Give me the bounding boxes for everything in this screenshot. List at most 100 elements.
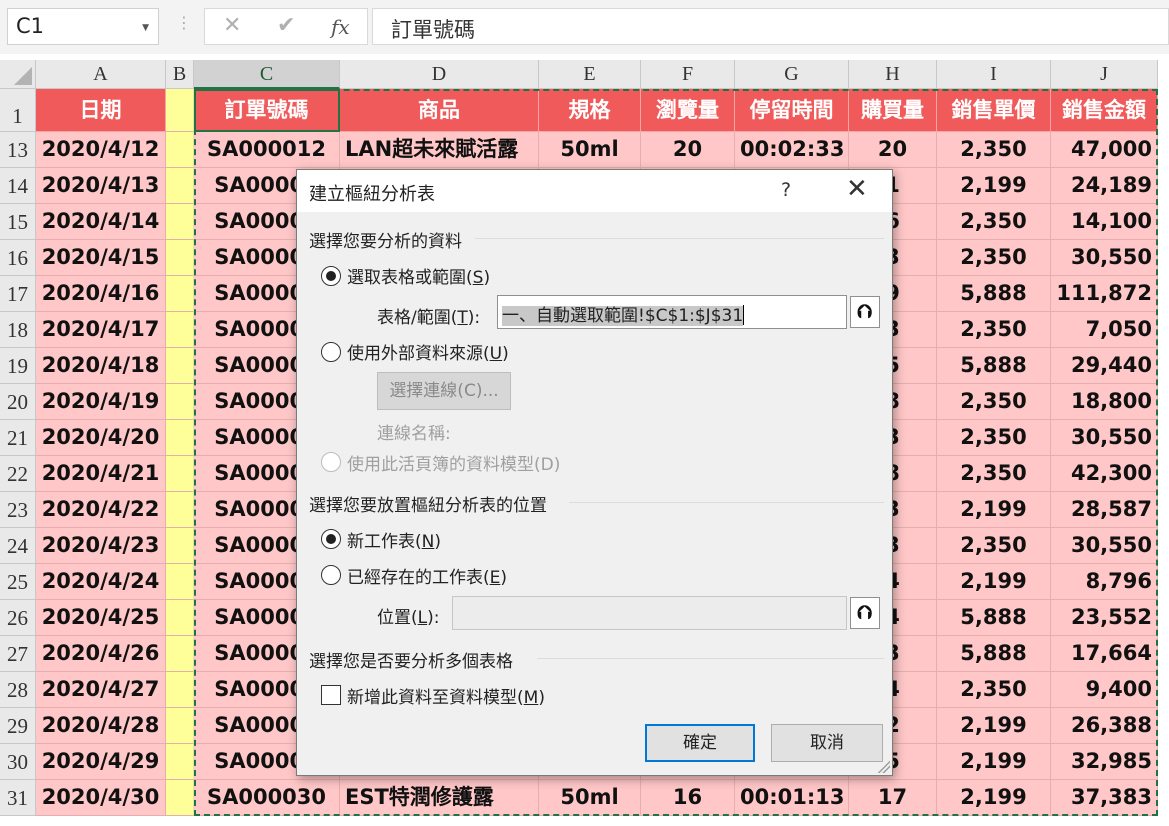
table-cell[interactable]: 9,400	[1051, 672, 1158, 708]
table-cell[interactable]: 2020/4/13	[36, 168, 166, 204]
table-cell[interactable]: 2020/4/20	[36, 420, 166, 456]
table-cell[interactable]: 17	[849, 780, 937, 816]
table-cell[interactable]	[166, 132, 194, 168]
table-cell[interactable]: 2020/4/21	[36, 456, 166, 492]
help-icon[interactable]: ?	[781, 179, 791, 201]
table-cell[interactable]	[166, 312, 194, 348]
row-header[interactable]: 28	[0, 672, 36, 708]
table-cell[interactable]: 2,350	[937, 384, 1051, 420]
header-cell[interactable]: 購買量	[849, 89, 937, 132]
row-header[interactable]: 24	[0, 528, 36, 564]
row-header[interactable]: 19	[0, 348, 36, 384]
table-cell[interactable]: 2,199	[937, 780, 1051, 816]
radio-data-model-label[interactable]: 使用此活頁簿的資料模型(D)	[347, 450, 560, 475]
chevron-down-icon[interactable]: ▼	[142, 23, 149, 33]
table-cell[interactable]: 2,350	[937, 420, 1051, 456]
add-to-data-model-label[interactable]: 新增此資料至資料模型(M)	[347, 683, 545, 708]
table-cell[interactable]	[166, 708, 194, 744]
table-cell[interactable]: 2,350	[937, 240, 1051, 276]
radio-external-source[interactable]	[321, 342, 341, 362]
table-cell[interactable]: 26,388	[1051, 708, 1158, 744]
table-cell[interactable]: 2020/4/25	[36, 600, 166, 636]
table-cell[interactable]	[166, 528, 194, 564]
table-range-input[interactable]: 一、自動選取範圍!$C$1:$J$31	[497, 295, 847, 329]
row-header[interactable]: 27	[0, 636, 36, 672]
select-all-corner[interactable]	[0, 60, 36, 89]
table-cell[interactable]: 18,800	[1051, 384, 1158, 420]
table-cell[interactable]: 24,189	[1051, 168, 1158, 204]
row-header[interactable]: 29	[0, 708, 36, 744]
row-header[interactable]: 1	[0, 89, 36, 132]
row-header[interactable]: 22	[0, 456, 36, 492]
row-header[interactable]: 17	[0, 276, 36, 312]
row-header[interactable]: 25	[0, 564, 36, 600]
row-header[interactable]: 18	[0, 312, 36, 348]
table-cell[interactable]: 32,985	[1051, 744, 1158, 780]
header-cell[interactable]: 停留時間	[735, 89, 849, 132]
table-cell[interactable]: 20	[849, 132, 937, 168]
radio-existing-worksheet[interactable]	[321, 565, 341, 585]
table-cell[interactable]: 47,000	[1051, 132, 1158, 168]
table-cell[interactable]: 5,888	[937, 276, 1051, 312]
choose-connection-button[interactable]: 選擇連線(C)...	[377, 372, 511, 410]
table-cell[interactable]: 30,550	[1051, 240, 1158, 276]
radio-external-source-label[interactable]: 使用外部資料來源(U)	[347, 339, 509, 364]
radio-new-worksheet[interactable]	[321, 529, 341, 549]
radio-existing-worksheet-label[interactable]: 已經存在的工作表(E)	[347, 563, 507, 588]
table-cell[interactable]	[166, 492, 194, 528]
table-cell[interactable]: 00:01:13	[735, 780, 849, 816]
table-cell[interactable]: 17,664	[1051, 636, 1158, 672]
table-cell[interactable]: 2,199	[937, 708, 1051, 744]
header-cell[interactable]: 銷售單價	[937, 89, 1051, 132]
table-cell[interactable]: 2020/4/27	[36, 672, 166, 708]
column-header-d[interactable]: D	[340, 60, 539, 89]
column-header-i[interactable]: I	[937, 60, 1051, 89]
table-cell[interactable]: 2020/4/22	[36, 492, 166, 528]
column-header-j[interactable]: J	[1051, 60, 1158, 89]
header-cell[interactable]: 銷售金額	[1051, 89, 1158, 132]
cancel-icon[interactable]: ✕	[223, 13, 241, 38]
collapse-dialog-icon[interactable]: ⮉	[850, 597, 880, 629]
column-header-e[interactable]: E	[539, 60, 641, 89]
radio-new-worksheet-label[interactable]: 新工作表(N)	[347, 527, 441, 552]
row-header[interactable]: 14	[0, 168, 36, 204]
table-cell[interactable]	[166, 204, 194, 240]
row-header[interactable]: 31	[0, 780, 36, 816]
table-cell[interactable]: 2,350	[937, 132, 1051, 168]
row-header[interactable]: 21	[0, 420, 36, 456]
row-header[interactable]: 15	[0, 204, 36, 240]
enter-icon[interactable]: ✔	[277, 13, 295, 38]
table-cell[interactable]	[166, 276, 194, 312]
row-header[interactable]: 23	[0, 492, 36, 528]
close-icon[interactable]: ✕	[846, 174, 868, 204]
row-header[interactable]: 26	[0, 600, 36, 636]
table-cell[interactable]: 2,199	[937, 744, 1051, 780]
row-header[interactable]: 13	[0, 132, 36, 168]
column-header-f[interactable]: F	[641, 60, 735, 89]
table-cell[interactable]: 16	[641, 780, 735, 816]
table-cell[interactable]: 8,796	[1051, 564, 1158, 600]
table-cell[interactable]: 2,199	[937, 492, 1051, 528]
table-cell[interactable]: 5,888	[937, 636, 1051, 672]
table-cell[interactable]	[166, 672, 194, 708]
table-cell[interactable]: 50ml	[539, 780, 641, 816]
table-cell[interactable]: SA000030	[194, 780, 340, 816]
radio-data-model[interactable]	[321, 452, 341, 472]
table-cell[interactable]	[166, 240, 194, 276]
name-box[interactable]: C1 ▼	[7, 8, 159, 45]
formula-input[interactable]: 訂單號碼	[372, 8, 1169, 45]
table-cell[interactable]	[166, 564, 194, 600]
table-cell[interactable]: 2,350	[937, 456, 1051, 492]
table-cell[interactable]	[166, 600, 194, 636]
table-cell[interactable]: SA000012	[194, 132, 340, 168]
table-cell[interactable]	[166, 168, 194, 204]
table-cell[interactable]: 2020/4/26	[36, 636, 166, 672]
table-cell[interactable]: 50ml	[539, 132, 641, 168]
header-cell[interactable]: 瀏覽量	[641, 89, 735, 132]
location-input[interactable]	[452, 596, 847, 630]
table-cell[interactable]	[166, 456, 194, 492]
column-header-g[interactable]: G	[735, 60, 849, 89]
column-header-h[interactable]: H	[849, 60, 937, 89]
table-cell[interactable]: 23,552	[1051, 600, 1158, 636]
table-cell[interactable]: 00:02:33	[735, 132, 849, 168]
